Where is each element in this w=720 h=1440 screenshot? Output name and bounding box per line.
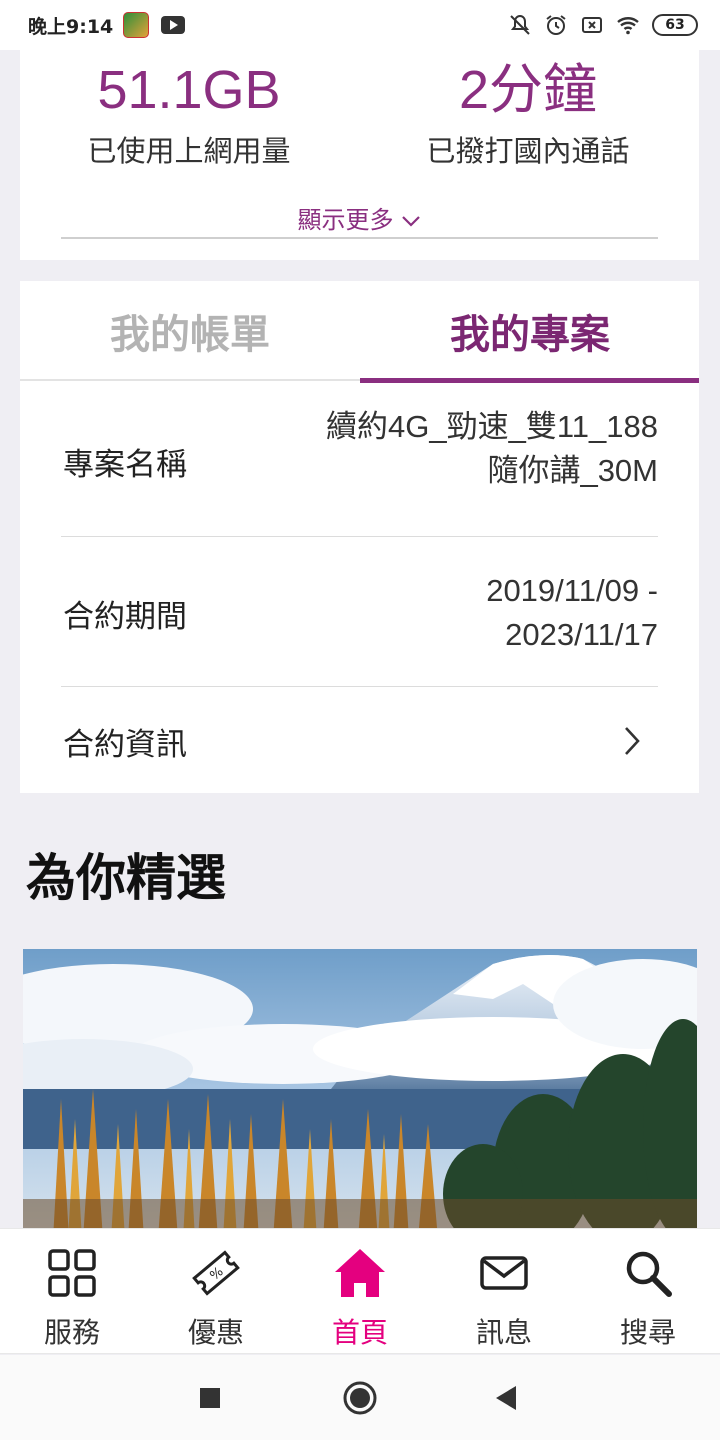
nav-services-label: 服務 xyxy=(43,1316,100,1349)
grid-icon xyxy=(48,1249,96,1297)
nav-offers[interactable]: % 優惠 xyxy=(144,1229,288,1355)
back-button[interactable] xyxy=(494,1384,518,1412)
contract-period-row: 合約期間 2019/11/09 - 2023/11/17 xyxy=(61,537,658,687)
contract-period-value: 2019/11/09 - 2023/11/17 xyxy=(486,569,658,657)
plan-card: 我的帳單 我的專案 專案名稱 續約4G_勁速_雙11_188 隨你講_30M 合… xyxy=(20,281,699,793)
featured-banner[interactable] xyxy=(23,949,697,1239)
coupon-icon: % xyxy=(192,1250,240,1296)
nav-messages-label: 訊息 xyxy=(475,1316,532,1349)
bottom-navigation: 服務 % 優惠 首頁 訊息 搜尋 xyxy=(0,1228,720,1354)
banner-image xyxy=(23,949,697,1239)
mail-icon xyxy=(480,1256,528,1290)
plan-name-line2: 隨你講_30M xyxy=(487,453,658,488)
tab-my-bill[interactable]: 我的帳單 xyxy=(20,281,360,381)
nav-home[interactable]: 首頁 xyxy=(288,1229,432,1355)
nav-messages[interactable]: 訊息 xyxy=(432,1229,576,1355)
nav-services[interactable]: 服務 xyxy=(0,1229,144,1355)
chevron-right-icon xyxy=(625,727,640,755)
system-navigation-bar xyxy=(0,1355,720,1440)
show-more-label: 顯示更多 xyxy=(297,206,394,234)
nav-home-label: 首頁 xyxy=(331,1316,388,1349)
contract-info-label: 合約資訊 xyxy=(63,727,187,763)
home-button[interactable] xyxy=(342,1380,378,1416)
battery-indicator: 63 xyxy=(652,14,698,36)
period-end: 2023/11/17 xyxy=(505,617,658,652)
contract-info-row[interactable]: 合約資訊 xyxy=(61,687,658,793)
nav-search-label: 搜尋 xyxy=(619,1316,676,1349)
status-icons: 63 xyxy=(508,13,698,37)
status-bar: 晚上9:14 63 xyxy=(0,0,720,50)
search-icon xyxy=(626,1251,672,1297)
alarm-icon xyxy=(546,15,566,35)
usage-summary-card: 51.1GB 已使用上網用量 2分鐘 已撥打國內通話 顯示更多 xyxy=(20,50,699,260)
period-start: 2019/11/09 - xyxy=(486,573,658,608)
nav-offers-label: 優惠 xyxy=(187,1316,244,1349)
no-sim-icon xyxy=(582,17,602,33)
contract-period-label: 合約期間 xyxy=(63,599,187,635)
recent-apps-button[interactable] xyxy=(198,1386,222,1410)
calls-value: 2分鐘 xyxy=(458,60,598,120)
divider xyxy=(61,237,658,239)
home-icon xyxy=(335,1249,385,1297)
call-usage-stat: 2分鐘 已撥打國內通話 xyxy=(378,58,678,170)
nav-search[interactable]: 搜尋 xyxy=(576,1229,720,1355)
tab-bar: 我的帳單 我的專案 xyxy=(20,281,700,383)
game-app-notification-icon xyxy=(123,12,150,38)
data-used-label: 已使用上網用量 xyxy=(87,134,291,168)
plan-name-label: 專案名稱 xyxy=(63,447,187,483)
tab-my-plan[interactable]: 我的專案 xyxy=(360,281,700,383)
youtube-notification-icon xyxy=(161,16,186,34)
calls-label: 已撥打國內通話 xyxy=(426,134,630,168)
featured-section-title: 為你精選 xyxy=(26,849,226,907)
data-usage-stat: 51.1GB 已使用上網用量 xyxy=(39,58,339,170)
bell-muted-icon xyxy=(510,14,530,35)
chevron-down-icon xyxy=(401,216,420,227)
data-used-value: 51.1GB xyxy=(97,60,281,120)
status-time: 晚上9:14 xyxy=(28,15,114,38)
plan-name-line1: 續約4G_勁速_雙11_188 xyxy=(326,409,658,444)
plan-name-value: 續約4G_勁速_雙11_188 隨你講_30M xyxy=(326,405,658,493)
wifi-icon xyxy=(617,17,639,35)
show-more-button[interactable]: 顯示更多 xyxy=(20,200,699,235)
plan-name-row: 專案名稱 續約4G_勁速_雙11_188 隨你講_30M xyxy=(61,383,658,537)
